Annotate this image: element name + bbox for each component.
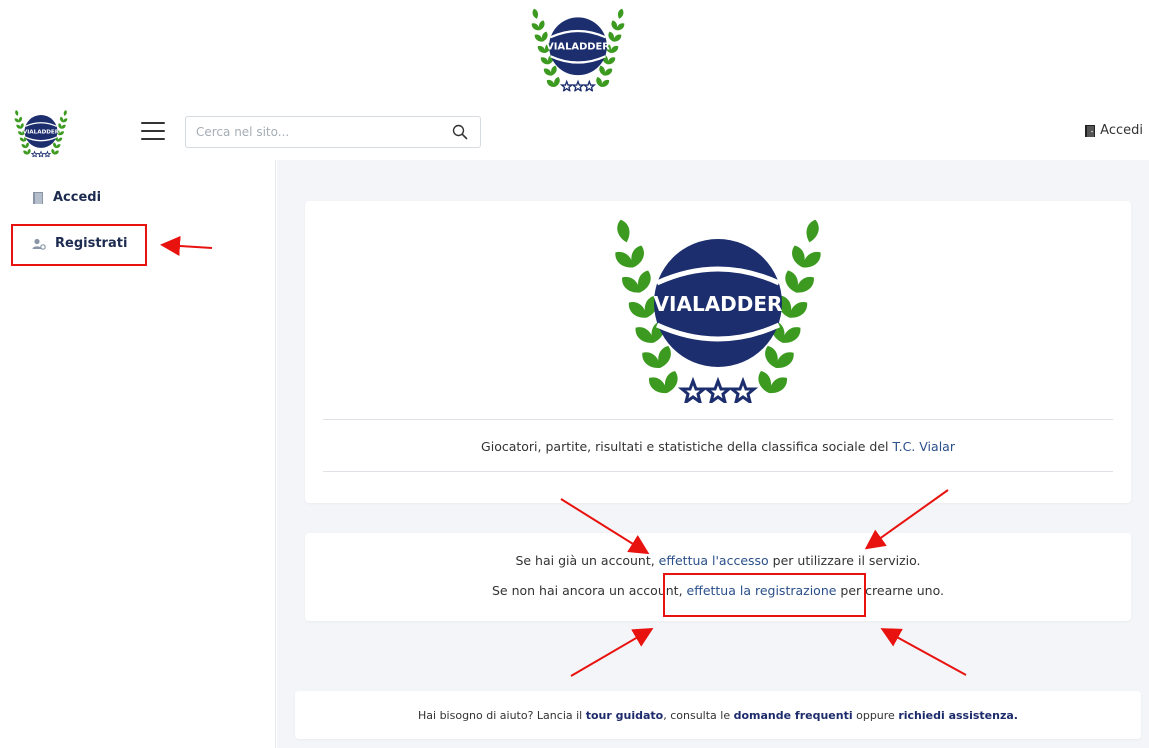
hero-card: VIALADDER Giocatori, partite, risultati …: [305, 201, 1131, 503]
header-login-label: Accedi: [1100, 123, 1143, 138]
help-card: Hai bisogno di aiuto? Lancia il tour gui…: [295, 691, 1141, 739]
search-box: [185, 116, 481, 148]
help-pre: Hai bisogno di aiuto? Lancia il: [418, 709, 586, 722]
login-prompt: Se hai già un account, effettua l'access…: [305, 553, 1131, 568]
club-link[interactable]: T.C. Vialar: [892, 439, 954, 454]
sidebar-item-label: Accedi: [53, 190, 102, 205]
divider: [323, 419, 1113, 420]
hero-logo: VIALADDER: [605, 215, 831, 403]
faq-link[interactable]: domande frequenti: [734, 709, 853, 722]
tagline-text: Giocatori, partite, risultati e statisti…: [481, 439, 893, 454]
support-link[interactable]: richiedi assistenza.: [898, 709, 1018, 722]
vialadder-logo-icon: VIALADDER: [527, 6, 629, 92]
hero-tagline: Giocatori, partite, risultati e statisti…: [305, 439, 1131, 454]
logo-text: VIALADDER: [23, 129, 60, 135]
door-icon: [1085, 124, 1096, 137]
header-login-link[interactable]: Accedi: [1084, 123, 1143, 138]
help-text: Hai bisogno di aiuto? Lancia il tour gui…: [295, 709, 1141, 722]
logo-text: VIALADDER: [546, 41, 610, 52]
door-icon: [33, 191, 43, 204]
register-prompt-pre: Se non hai ancora un account,: [491, 583, 687, 598]
hamburger-menu-icon[interactable]: [141, 122, 165, 142]
help-mid1: , consulta le: [663, 709, 734, 722]
annotation-box-registration-link: [663, 573, 866, 617]
header-bar: VIALADDER Accedi: [0, 104, 1149, 160]
annotation-box-registrati: [11, 224, 147, 266]
help-mid2: oppure: [852, 709, 899, 722]
search-input[interactable]: [186, 117, 436, 147]
search-icon[interactable]: [452, 124, 468, 140]
guided-tour-link[interactable]: tour guidato: [586, 709, 664, 722]
sidebar-item-accedi[interactable]: Accedi: [32, 190, 101, 205]
vialadder-logo-icon: VIALADDER: [12, 108, 70, 158]
login-prompt-post: per utilizzare il servizio.: [768, 553, 921, 568]
divider: [323, 471, 1113, 472]
login-prompt-pre: Se hai già un account,: [515, 553, 659, 568]
top-logo: VIALADDER: [527, 6, 629, 92]
main-content: VIALADDER Giocatori, partite, risultati …: [277, 160, 1149, 748]
header-logo[interactable]: VIALADDER: [12, 108, 70, 158]
logo-text: VIALADDER: [654, 292, 783, 316]
login-link[interactable]: effettua l'accesso: [659, 553, 769, 568]
vialadder-logo-icon: VIALADDER: [605, 215, 831, 403]
